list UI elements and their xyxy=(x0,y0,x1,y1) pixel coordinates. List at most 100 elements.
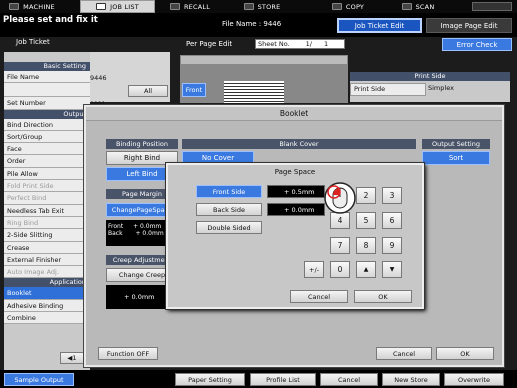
top-tab-bar: MACHINE JOB LIST RECALL STORE COPY SCAN xyxy=(0,0,517,13)
down-arrow-key[interactable]: ▼ xyxy=(382,261,402,278)
back-margin-value: + 0.0mm xyxy=(135,230,164,237)
tab-recall[interactable]: RECALL xyxy=(160,0,220,13)
overwrite-button[interactable]: Overwrite xyxy=(444,373,504,386)
output-item-external-finisher[interactable]: External Finisher xyxy=(4,253,90,267)
tab-machine[interactable]: MACHINE xyxy=(0,0,64,13)
page-counter[interactable]: ◀ 1 xyxy=(60,352,84,364)
output-item-bind-direction[interactable]: Bind Direction xyxy=(4,118,90,131)
function-off-button[interactable]: Function OFF xyxy=(98,347,158,360)
back-margin-label: Back xyxy=(108,230,123,237)
page-counter-value: 1 xyxy=(72,354,77,362)
sheet-total: 1 xyxy=(323,40,329,48)
front-margin-label: Front xyxy=(108,223,124,230)
paper-setting-button[interactable]: Paper Setting xyxy=(175,373,245,386)
output-item-crease[interactable]: Crease xyxy=(4,241,90,254)
all-row xyxy=(4,83,90,98)
output-item-order[interactable]: Order xyxy=(4,155,90,168)
tab-store[interactable]: STORE xyxy=(232,0,292,13)
binding-position-header: Binding Position xyxy=(106,139,178,149)
key-6[interactable]: 6 xyxy=(382,212,402,229)
output-item-label: Needless Tab Exit xyxy=(7,206,65,215)
key-3[interactable]: 3 xyxy=(382,187,402,204)
output-item-label: Pile Allow xyxy=(7,169,38,178)
key-0[interactable]: 0 xyxy=(330,261,350,278)
basic-setting-header: Basic Setting xyxy=(4,62,90,71)
error-check-button[interactable]: Error Check xyxy=(442,38,512,51)
sample-output-button[interactable]: Sample Output xyxy=(4,373,74,386)
key-plus-minus[interactable]: +/- xyxy=(304,261,324,278)
key-8[interactable]: 8 xyxy=(356,237,376,254)
application-item-booklet[interactable]: Booklet xyxy=(4,287,90,300)
key-9[interactable]: 9 xyxy=(382,237,402,254)
front-side-button[interactable]: Front Side xyxy=(196,185,262,198)
set-number-label: Set Number xyxy=(7,99,46,108)
front-tab[interactable]: Front xyxy=(182,83,206,97)
new-store-button[interactable]: New Store xyxy=(382,373,440,386)
store-icon xyxy=(243,3,254,10)
tab-job-list[interactable]: JOB LIST xyxy=(80,0,155,13)
output-item-label: Order xyxy=(7,157,26,166)
booklet-ok-button[interactable]: OK xyxy=(436,347,494,360)
output-setting-header: Output Setting xyxy=(422,139,490,149)
output-item-label: Sort/Group xyxy=(7,132,43,141)
page-thumbnail[interactable] xyxy=(224,81,284,103)
sheet-no-field[interactable]: Sheet No. 1/1 xyxy=(255,39,345,49)
sheet-no-value: 1/ xyxy=(305,40,312,48)
output-item-label: Bind Direction xyxy=(7,120,53,129)
output-item-face[interactable]: Face xyxy=(4,143,90,156)
page-space-cancel-button[interactable]: Cancel xyxy=(290,290,348,303)
application-list: Booklet Adhesive Binding Combine xyxy=(4,287,90,325)
up-arrow-key[interactable]: ▲ xyxy=(356,261,376,278)
tab-scan[interactable]: SCAN xyxy=(388,0,448,13)
output-item-needless-tab-exit[interactable]: Needless Tab Exit xyxy=(4,204,90,217)
output-item-label: Fold Print Side xyxy=(7,182,54,191)
back-side-button[interactable]: Back Side xyxy=(196,203,262,216)
sort-button[interactable]: Sort xyxy=(422,151,490,165)
output-item-label: Crease xyxy=(7,243,30,252)
front-side-value: + 0.5mm xyxy=(267,185,325,198)
print-side-value: Simplex xyxy=(428,84,454,92)
all-button[interactable]: All xyxy=(128,85,168,97)
application-item-adhesive-binding[interactable]: Adhesive Binding xyxy=(4,299,90,313)
sheet-no-label: Sheet No. xyxy=(258,40,290,48)
file-name-label: File Name xyxy=(7,73,40,81)
machine-icon xyxy=(9,3,20,10)
output-item-perfect-bind[interactable]: Perfect Bind xyxy=(4,192,90,205)
blank-cover-header: Blank Cover xyxy=(182,139,416,149)
output-item-label: Face xyxy=(7,145,22,154)
page-space-ok-button[interactable]: OK xyxy=(354,290,412,303)
file-name-value: 9446 xyxy=(90,74,107,82)
output-item-auto-image-adj[interactable]: Auto Image Adj. xyxy=(4,266,90,279)
double-sided-button[interactable]: Double Sided xyxy=(196,221,262,234)
output-item-label: External Finisher xyxy=(7,255,62,264)
tab-image-page-edit[interactable]: Image Page Edit xyxy=(426,18,512,33)
back-side-value: + 0.0mm xyxy=(267,203,325,216)
output-list: Bind Direction Sort/Group Face Order Pile Al… xyxy=(4,118,90,279)
booklet-cancel-button[interactable]: Cancel xyxy=(376,347,432,360)
key-7[interactable]: 7 xyxy=(330,237,350,254)
output-item-sort-group[interactable]: Sort/Group xyxy=(4,130,90,144)
file-name-row[interactable]: File Name xyxy=(4,71,90,84)
preview-scrollbar[interactable] xyxy=(180,55,348,65)
page-space-dialog: Page Space Front Side Back Side Double S… xyxy=(166,163,424,309)
key-2[interactable]: 2 xyxy=(356,187,376,204)
profile-list-button[interactable]: Profile List xyxy=(250,373,316,386)
tab-label: JOB LIST xyxy=(110,2,139,11)
set-number-row[interactable]: Set Number xyxy=(4,97,90,110)
application-item-combine[interactable]: Combine xyxy=(4,312,90,325)
tab-job-ticket-edit[interactable]: Job Ticket Edit xyxy=(337,18,422,33)
front-margin-value: + 0.0mm xyxy=(133,223,162,230)
tab-label: MACHINE xyxy=(23,2,55,11)
cancel-button[interactable]: Cancel xyxy=(320,373,378,386)
file-name-value-area: 9446 All xyxy=(90,52,170,102)
output-item-label: Ring Bind xyxy=(7,218,39,227)
output-item-2-side-slitting[interactable]: 2-Side Slitting xyxy=(4,229,90,242)
key-5[interactable]: 5 xyxy=(356,212,376,229)
output-item-pile-allow[interactable]: Pile Allow xyxy=(4,167,90,181)
output-item-fold-print-side[interactable]: Fold Print Side xyxy=(4,180,90,193)
application-header: Application xyxy=(4,278,90,288)
output-item-ring-bind[interactable]: Ring Bind xyxy=(4,216,90,230)
tab-label: SCAN xyxy=(415,2,435,11)
output-item-label: Perfect Bind xyxy=(7,194,47,203)
tab-copy[interactable]: COPY xyxy=(318,0,378,13)
